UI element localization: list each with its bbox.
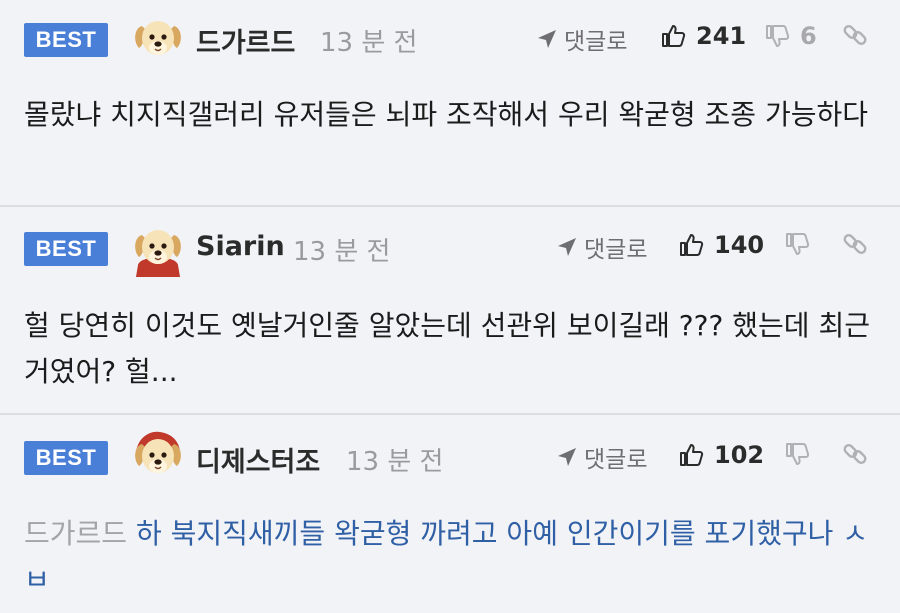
thumbs-down-icon [784,231,810,257]
nickname[interactable]: 디제스터조 [196,440,320,479]
comment-header: BEST Siarin 13 분 전 댓글로 140 [0,207,900,287]
reply-arrow-icon [536,28,558,50]
comment-header: BEST 디제스터조 13 분 전 댓글로 102 [0,415,900,495]
like-button[interactable]: 102 [678,441,764,469]
mention[interactable]: 드가르드 [24,517,127,550]
dislike-button[interactable]: 6 [764,22,817,50]
best-badge: BEST [24,232,108,266]
dislike-count: 6 [800,22,817,50]
comment-item: BEST 디제스터조 13 분 전 댓글로 102 드가르드 하 북지직새끼들 … [0,415,900,613]
thumbs-up-icon [660,23,686,49]
puppy-avatar-icon[interactable] [130,12,186,68]
timestamp: 13 분 전 [293,237,391,267]
dislike-button[interactable] [784,231,820,257]
reply-button[interactable]: 댓글로 [536,22,627,56]
like-button[interactable]: 140 [678,231,764,259]
reply-button[interactable]: 댓글로 [556,230,647,264]
reply-arrow-icon [556,446,578,468]
reply-button[interactable]: 댓글로 [556,440,647,474]
like-count: 241 [696,22,747,50]
like-count: 140 [714,231,765,259]
thumbs-down-icon [784,441,810,467]
comment-text: 몰랐냐 치지직갤러리 유저들은 뇌파 조작해서 우리 왁굳형 조종 가능하다 [24,98,869,131]
like-button[interactable]: 241 [660,22,746,50]
puppy-red-cape-avatar-icon[interactable] [130,221,186,277]
thumbs-down-icon [764,23,790,49]
link-icon[interactable] [842,231,868,257]
puppy-red-hood-avatar-icon[interactable] [130,430,186,486]
timestamp: 13 분 전 [320,28,418,58]
comment-text: 드가르드 하 북지직새끼들 왁굳형 까려고 아예 인간이기를 포기했구나 ㅅㅂ [24,511,870,603]
link-icon[interactable] [842,22,868,48]
nickname[interactable]: 드가르드 [196,21,295,60]
reply-text: 하 북지직새끼들 왁굳형 까려고 아예 인간이기를 포기했구나 ㅅㅂ [24,517,869,596]
link-icon[interactable] [842,441,868,467]
comment-header: BEST 드가르드 13 분 전 댓글로 241 6 [0,0,900,80]
best-badge: BEST [24,441,108,475]
best-badge: BEST [24,23,108,57]
timestamp: 13 분 전 [346,447,444,477]
dislike-button[interactable] [784,441,820,467]
thumbs-up-icon [678,442,704,468]
comment-item: BEST Siarin 13 분 전 댓글로 140 헐 당연히 이것도 옛날거… [0,207,900,415]
nickname[interactable]: Siarin [196,231,285,262]
thumbs-up-icon [678,232,704,258]
like-count: 102 [714,441,765,469]
reply-label: 댓글로 [584,447,648,473]
reply-label: 댓글로 [564,29,628,55]
reply-arrow-icon [556,236,578,258]
comment-item: BEST 드가르드 13 분 전 댓글로 241 6 몰랐냐 치지직갤러리 유저… [0,0,900,207]
comment-text: 헐 당연히 이것도 옛날거인줄 알았는데 선관위 보이길래 ??? 했는데 최근… [24,309,870,388]
reply-label: 댓글로 [584,237,648,263]
